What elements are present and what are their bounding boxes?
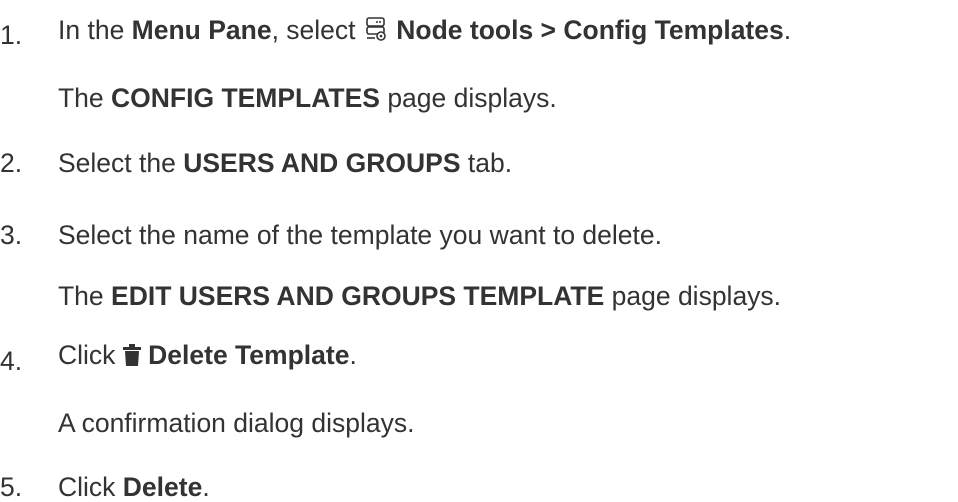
- config-templates-label: CONFIG TEMPLATES: [111, 83, 380, 113]
- step-text: Click Delete.: [58, 472, 210, 502]
- step-text: Select the USERS AND GROUPS tab.: [58, 148, 513, 178]
- step-text: Select the name of the template you want…: [58, 220, 662, 250]
- step-number: 1.: [0, 20, 23, 50]
- users-and-groups-label: USERS AND GROUPS: [183, 148, 461, 178]
- menu-pane-label: Menu Pane: [131, 15, 272, 45]
- step-number: 5.: [0, 472, 23, 502]
- node-tools-config-templates-label: Node tools > Config Templates: [396, 15, 784, 45]
- step-text: In the Menu Pane, select Node tools > Co…: [58, 15, 792, 47]
- trash-icon: [122, 343, 141, 372]
- step-number: 3.: [0, 220, 23, 250]
- delete-label: Delete: [122, 472, 203, 502]
- edit-users-groups-template-label: EDIT USERS AND GROUPS TEMPLATE: [111, 281, 605, 311]
- step-number: 4.: [0, 346, 23, 376]
- node-tools-icon: [363, 16, 389, 47]
- delete-template-label: Delete Template: [148, 340, 350, 370]
- step-text: Click Delete Template.: [58, 340, 357, 372]
- step-number: 2.: [0, 148, 23, 178]
